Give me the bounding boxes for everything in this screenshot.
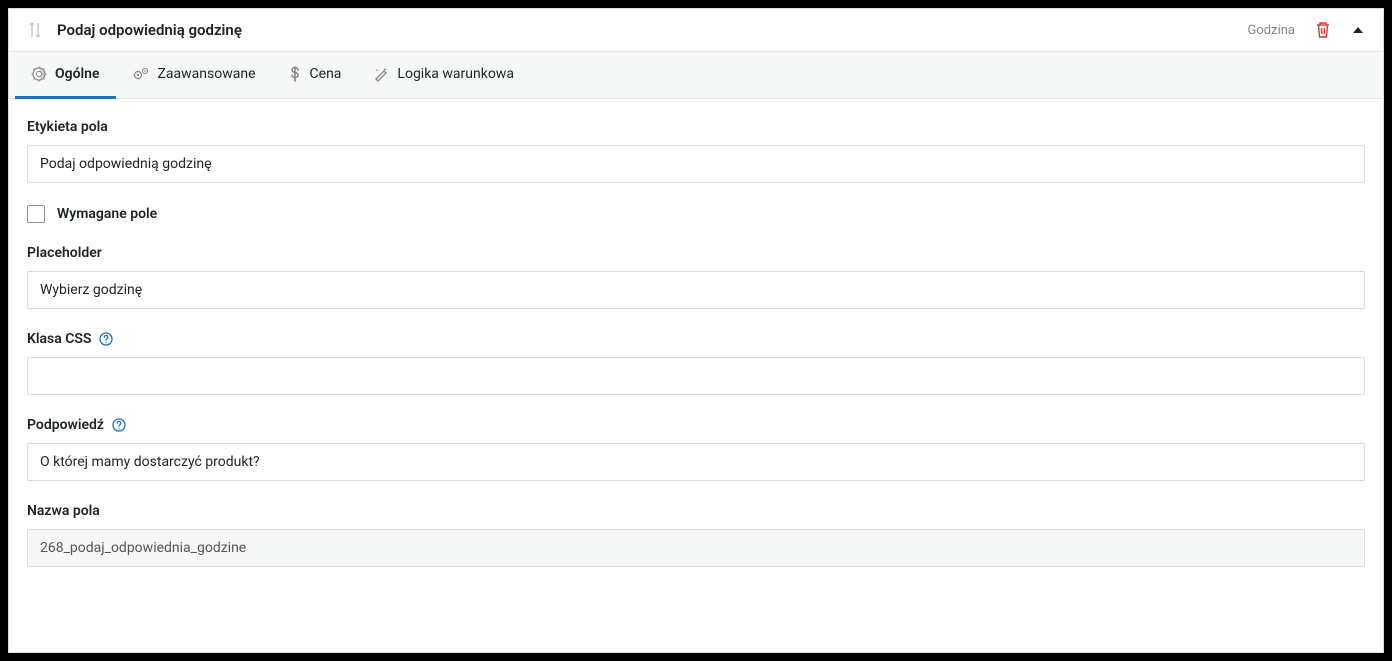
required-label: Wymagane pole bbox=[57, 206, 157, 222]
hint-input[interactable] bbox=[27, 443, 1365, 481]
tabs-bar: Ogólne Zaawansowane Cena bbox=[9, 51, 1383, 99]
field-name-input[interactable] bbox=[27, 529, 1365, 567]
drag-handle-icon[interactable] bbox=[27, 21, 43, 39]
placeholder-group: Placeholder bbox=[27, 245, 1365, 309]
field-label-input[interactable] bbox=[27, 145, 1365, 183]
gear-icon bbox=[31, 66, 47, 82]
tab-label: Ogólne bbox=[55, 66, 100, 82]
panel-title: Podaj odpowiednią godzinę bbox=[57, 21, 1234, 39]
hint-group: Podpowiedź bbox=[27, 417, 1365, 481]
tab-advanced[interactable]: Zaawansowane bbox=[116, 52, 272, 99]
help-icon[interactable] bbox=[112, 418, 126, 432]
placeholder-input[interactable] bbox=[27, 271, 1365, 309]
placeholder-title: Placeholder bbox=[27, 245, 1365, 261]
css-class-title: Klasa CSS bbox=[27, 331, 1365, 347]
field-label-group: Etykieta pola bbox=[27, 119, 1365, 183]
tab-conditional[interactable]: Logika warunkowa bbox=[357, 52, 530, 99]
wand-icon bbox=[373, 66, 389, 82]
required-group: Wymagane pole bbox=[27, 205, 1365, 223]
collapse-icon[interactable] bbox=[1351, 23, 1365, 37]
trash-icon[interactable] bbox=[1315, 21, 1331, 39]
tab-content: Etykieta pola Wymagane pole Placeholder … bbox=[9, 99, 1383, 609]
css-class-input[interactable] bbox=[27, 357, 1365, 395]
field-name-group: Nazwa pola bbox=[27, 503, 1365, 567]
css-class-group: Klasa CSS bbox=[27, 331, 1365, 395]
tab-general[interactable]: Ogólne bbox=[15, 52, 116, 99]
gears-icon bbox=[132, 66, 150, 82]
required-checkbox[interactable] bbox=[27, 205, 45, 223]
tab-label: Zaawansowane bbox=[158, 66, 256, 82]
field-label-title: Etykieta pola bbox=[27, 119, 1365, 135]
field-editor-panel: Podaj odpowiednią godzinę Godzina bbox=[8, 8, 1384, 653]
tab-label: Cena bbox=[310, 66, 342, 82]
hint-title: Podpowiedź bbox=[27, 417, 1365, 433]
panel-header: Podaj odpowiednią godzinę Godzina bbox=[9, 9, 1383, 51]
help-icon[interactable] bbox=[99, 332, 113, 346]
panel-header-actions: Godzina bbox=[1248, 21, 1365, 39]
dollar-icon bbox=[288, 66, 302, 82]
tab-price[interactable]: Cena bbox=[272, 52, 358, 99]
tab-label: Logika warunkowa bbox=[397, 66, 514, 82]
field-name-title: Nazwa pola bbox=[27, 503, 1365, 519]
field-type-label: Godzina bbox=[1248, 23, 1295, 38]
